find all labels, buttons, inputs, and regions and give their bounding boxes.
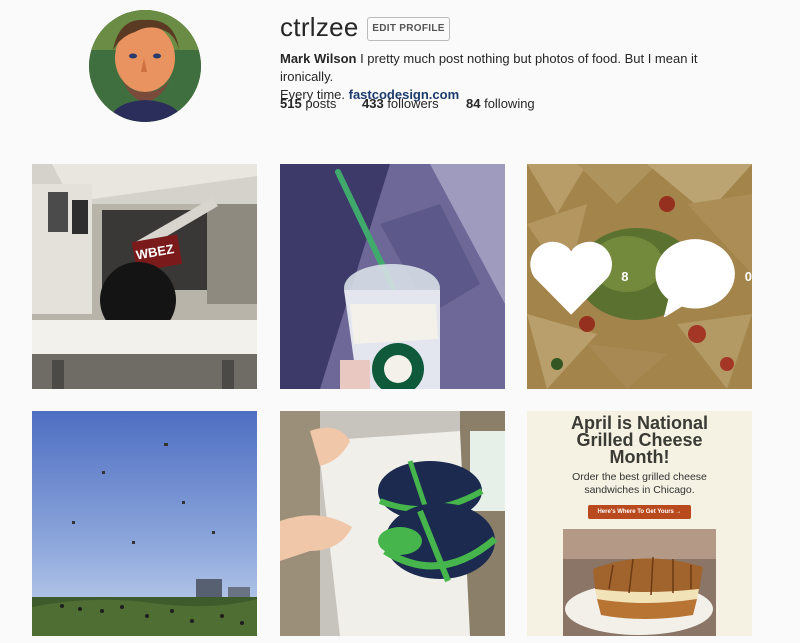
post-tile[interactable]: [32, 411, 257, 636]
baby-shoes-icon: [280, 411, 505, 636]
ad-sub-line1: Order the best grilled cheese: [572, 471, 707, 483]
kite-field-icon: [32, 411, 257, 636]
starbucks-cup-icon: [280, 164, 505, 389]
heart-icon: [530, 241, 612, 315]
grilled-cheese-ad[interactable]: April is National Grilled Cheese Month! …: [527, 411, 752, 636]
comment-count: 0: [651, 236, 752, 318]
edit-profile-button[interactable]: EDIT PROFILE: [367, 17, 450, 41]
post-hover-overlay: 8 0: [527, 164, 752, 389]
posts-stat: 515 posts: [280, 96, 336, 111]
post-tile[interactable]: WBEZ: [32, 164, 257, 389]
profile-full-name: Mark Wilson: [280, 51, 357, 66]
post-tile[interactable]: [280, 164, 505, 389]
post-tile[interactable]: 8 0: [527, 164, 752, 389]
grilled-cheese-sandwich-icon: [563, 529, 716, 636]
ad-title-line3: Month!: [609, 447, 670, 467]
followers-count: 433: [362, 96, 384, 111]
comment-count-value: 0: [744, 268, 752, 284]
followers-stat[interactable]: 433 followers: [362, 96, 439, 111]
profile-header: ctrlzee EDIT PROFILE Mark Wilson I prett…: [0, 0, 800, 150]
posts-label: posts: [301, 96, 337, 111]
avatar-portrait-icon: [89, 10, 201, 122]
ad-title: April is National Grilled Cheese Month!: [527, 414, 752, 467]
like-count-value: 8: [621, 268, 629, 284]
posts-count: 515: [280, 96, 302, 111]
comment-bubble-icon: [654, 238, 735, 318]
radio-studio-icon: WBEZ: [32, 164, 257, 389]
ad-cta-button[interactable]: Here's Where To Get Yours →: [588, 505, 691, 519]
following-stat[interactable]: 84 following: [466, 96, 535, 111]
like-count: 8: [527, 236, 629, 318]
post-tile[interactable]: [280, 411, 505, 636]
following-label: following: [480, 96, 535, 111]
ad-photo: [563, 529, 716, 636]
profile-avatar[interactable]: [89, 10, 201, 122]
following-count: 84: [466, 96, 481, 111]
ad-subtitle: Order the best grilled cheese sandwiches…: [527, 471, 752, 497]
profile-username: ctrlzee: [280, 12, 359, 42]
followers-label: followers: [383, 96, 439, 111]
ad-sub-line2: sandwiches in Chicago.: [584, 484, 695, 496]
